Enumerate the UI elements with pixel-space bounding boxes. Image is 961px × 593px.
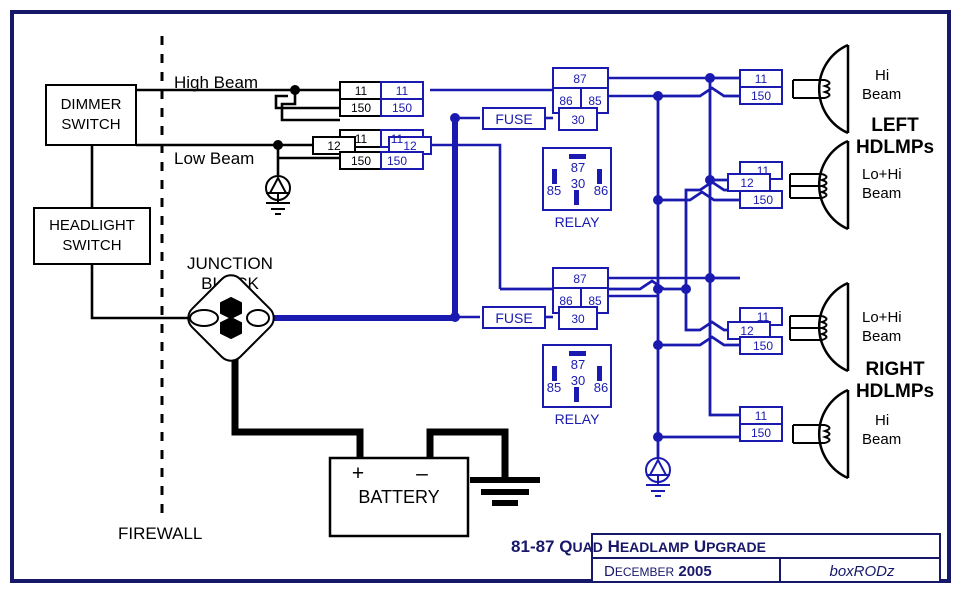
relay-lower-t85: 85 [588, 294, 602, 308]
headlight-switch-line1: HEADLIGHT [49, 217, 135, 234]
connector-lamp-right-hi-top: 11 [755, 409, 768, 423]
headlamp-left-hi-label2: Beam [862, 86, 901, 103]
connector-lamp-left-lohi-bottom: 150 [753, 193, 773, 207]
relay-lower-t87: 87 [573, 272, 587, 286]
junction-block-line1: JUNCTION [187, 254, 273, 273]
connector-harness-low-mid: 12 [403, 139, 417, 153]
junction-stud-bottom [220, 316, 242, 340]
relay-lower-t86: 86 [559, 294, 573, 308]
relay-lower-pin-86: 86 [594, 380, 608, 395]
relay-upper-pin-85: 85 [547, 183, 561, 198]
title-part-upgrade-cap: U [694, 537, 706, 556]
fuse-lower-label: FUSE [495, 310, 532, 326]
connector-harness-high-top: 11 [396, 84, 409, 98]
relay-lower-t30: 30 [571, 312, 585, 326]
date-month-rest: ECEMBER [615, 565, 675, 579]
lamp-group-left-line1: LEFT [871, 115, 919, 136]
connector-harness-low-bottom: 150 [387, 154, 407, 168]
junction-hole-left [189, 309, 219, 327]
headlamp-left-lohi-label2: Beam [862, 185, 901, 202]
lamp-group-right-line1: RIGHT [865, 359, 925, 380]
connector-lamp-right-hi[interactable]: 11 150 [739, 406, 783, 442]
connector-dimmer-high-top: 11 [355, 84, 368, 98]
title-block-date: DECEMBER 2005 [604, 563, 712, 580]
fuse-upper-label: FUSE [495, 111, 532, 127]
relay-upper-pin-86: 86 [594, 183, 608, 198]
connector-lamp-right-lohi-bottom: 150 [753, 339, 773, 353]
title-part-upgrade-rest: PGRADE [706, 539, 766, 555]
high-beam-label: High Beam [174, 73, 258, 92]
connector-harness-low-top: 11 [391, 132, 404, 146]
battery-plus: + [352, 462, 364, 485]
junction-stud-top [220, 296, 242, 320]
relay-upper-pin-30: 30 [571, 176, 585, 191]
connector-lamp-left-lohi-mid: 12 [740, 176, 754, 190]
headlamp-right-hi-label2: Beam [862, 431, 901, 448]
title-part-quad-rest: UAD [572, 539, 602, 555]
headlamp-left-lohi-label1: Lo+Hi [862, 166, 902, 183]
dimmer-switch-line1: DIMMER [61, 96, 122, 113]
fuse-upper[interactable]: FUSE [482, 107, 546, 130]
connector-dimmer-high[interactable]: 11 150 [339, 81, 383, 117]
date-month-cap: D [604, 563, 615, 580]
connector-lamp-left-hi[interactable]: 11 150 [739, 69, 783, 105]
connector-harness-high[interactable]: 11 150 [380, 81, 424, 117]
title-block-title: 81-87 QUAD HEADLAMP UPGRADE [511, 537, 766, 556]
wiring-diagram: FIREWALL DIMMER SWITCH HEADLIGHT SWITCH … [10, 10, 951, 583]
battery[interactable]: + – BATTERY [328, 456, 470, 538]
connector-lamp-left-hi-bottom: 150 [751, 89, 771, 103]
date-year: 2005 [678, 563, 711, 580]
relay-upper-t30: 30 [571, 113, 585, 127]
relay-upper-caption: RELAY [555, 214, 601, 230]
connector-lamp-left-hi-top: 11 [755, 72, 768, 86]
headlamp-right-lohi-label2: Beam [862, 328, 901, 345]
battery-label: BATTERY [358, 487, 439, 507]
relay-upper-pin-87: 87 [571, 160, 585, 175]
relay-upper-t87: 87 [573, 72, 587, 86]
connector-lamp-right-lohi-top: 11 [757, 310, 770, 324]
relay-upper-t86: 86 [559, 94, 573, 108]
title-part-year: 81-87 [511, 537, 554, 556]
lamp-group-right-line2: HDLMPs [856, 381, 934, 402]
junction-hole-right [246, 309, 270, 327]
relay-lower-pin-30: 30 [571, 373, 585, 388]
title-part-headlamp-rest: EADLAMP [620, 539, 689, 555]
fuse-lower[interactable]: FUSE [482, 306, 546, 329]
firewall-label: FIREWALL [118, 524, 202, 543]
connector-lamp-right-hi-bottom: 150 [751, 426, 771, 440]
title-part-headlamp-cap: H [608, 537, 620, 556]
dimmer-switch[interactable]: DIMMER SWITCH [45, 84, 137, 146]
connector-lamp-left-lohi-top: 11 [757, 164, 770, 178]
lamp-group-left-line2: HDLMPs [856, 137, 934, 158]
headlight-switch[interactable]: HEADLIGHT SWITCH [33, 207, 151, 265]
battery-minus: – [416, 462, 428, 485]
title-part-quad-cap: Q [559, 537, 572, 556]
connector-dimmer-low-mid: 12 [327, 139, 341, 153]
headlight-switch-line2: SWITCH [62, 237, 121, 254]
connector-lamp-right-lohi-mid: 12 [740, 324, 754, 338]
headlamp-left-hi-label1: Hi [875, 67, 889, 84]
dimmer-switch-line2: SWITCH [61, 116, 120, 133]
title-block-author: boxRODz [829, 563, 895, 580]
headlamp-right-lohi-label1: Lo+Hi [862, 309, 902, 326]
connector-harness-low[interactable]: 11 12 150 [380, 129, 432, 170]
diagram-canvas: FIREWALL DIMMER SWITCH HEADLIGHT SWITCH … [0, 0, 961, 593]
headlamp-right-hi-label1: Hi [875, 412, 889, 429]
relay-upper-t85: 85 [588, 94, 602, 108]
relay-lower-pin-85: 85 [547, 380, 561, 395]
connector-dimmer-low-bottom: 150 [351, 154, 371, 168]
connector-dimmer-low-top: 11 [355, 132, 368, 146]
connector-dimmer-high-bottom: 150 [351, 101, 371, 115]
low-beam-label: Low Beam [174, 149, 254, 168]
connector-harness-high-bottom: 150 [392, 101, 412, 115]
relay-lower-caption: RELAY [555, 411, 601, 427]
relay-lower-pin-87: 87 [571, 357, 585, 372]
